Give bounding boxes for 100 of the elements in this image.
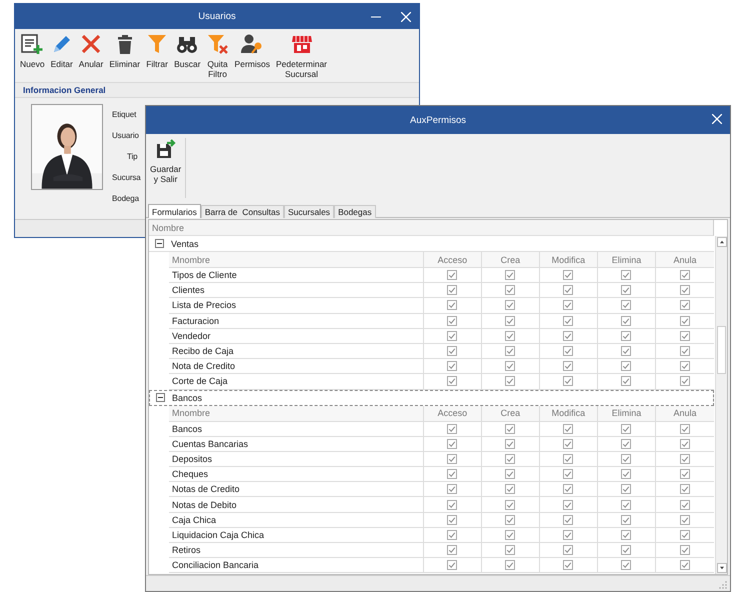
- checkbox[interactable]: [447, 545, 458, 556]
- toolbar-button[interactable]: Quita Filtro: [204, 33, 231, 79]
- checkbox[interactable]: [680, 484, 690, 494]
- checkbox[interactable]: [621, 361, 632, 372]
- checkbox[interactable]: [447, 438, 458, 449]
- checkbox[interactable]: [447, 469, 458, 480]
- checkbox[interactable]: [447, 300, 458, 310]
- checkbox[interactable]: [621, 346, 632, 356]
- checkbox[interactable]: [447, 500, 458, 510]
- checkbox[interactable]: [505, 514, 516, 525]
- tab[interactable]: Barra de Consultas: [200, 205, 284, 218]
- checkbox[interactable]: [563, 484, 574, 494]
- checkbox[interactable]: [505, 285, 516, 296]
- collapse-icon[interactable]: [155, 239, 164, 248]
- checkbox[interactable]: [680, 454, 690, 464]
- toolbar-button[interactable]: Filtrar: [144, 33, 170, 69]
- checkbox[interactable]: [505, 316, 516, 326]
- checkbox[interactable]: [680, 346, 690, 356]
- checkbox[interactable]: [680, 361, 690, 372]
- toolbar-button[interactable]: Pedeterminar Sucursal: [274, 33, 330, 79]
- toolbar-button[interactable]: Permisos: [232, 33, 272, 69]
- checkbox[interactable]: [447, 270, 458, 280]
- save-and-exit-button[interactable]: Guardar y Salir: [148, 138, 186, 198]
- checkbox[interactable]: [621, 285, 632, 296]
- checkbox[interactable]: [563, 361, 574, 372]
- checkbox[interactable]: [447, 346, 458, 356]
- toolbar-button[interactable]: Anular: [76, 33, 106, 69]
- checkbox[interactable]: [563, 469, 574, 480]
- checkbox[interactable]: [563, 560, 574, 570]
- checkbox[interactable]: [563, 346, 574, 356]
- checkbox[interactable]: [563, 270, 574, 280]
- tab[interactable]: Formularios: [148, 204, 201, 218]
- checkbox[interactable]: [563, 376, 574, 386]
- checkbox[interactable]: [447, 454, 458, 464]
- scrollbar[interactable]: [715, 236, 727, 574]
- checkbox[interactable]: [621, 530, 632, 540]
- checkbox[interactable]: [680, 424, 690, 434]
- scroll-up-icon[interactable]: [717, 237, 727, 247]
- checkbox[interactable]: [563, 330, 574, 341]
- checkbox[interactable]: [447, 285, 458, 296]
- checkbox[interactable]: [447, 316, 458, 326]
- checkbox[interactable]: [563, 424, 574, 434]
- checkbox[interactable]: [621, 560, 632, 570]
- checkbox[interactable]: [621, 484, 632, 494]
- toolbar-button[interactable]: Nuevo: [18, 33, 47, 69]
- checkbox[interactable]: [563, 500, 574, 510]
- checkbox[interactable]: [505, 454, 516, 464]
- checkbox[interactable]: [621, 438, 632, 449]
- checkbox[interactable]: [621, 514, 632, 525]
- checkbox[interactable]: [447, 330, 458, 341]
- checkbox[interactable]: [563, 545, 574, 556]
- checkbox[interactable]: [680, 316, 690, 326]
- checkbox[interactable]: [680, 330, 690, 341]
- checkbox[interactable]: [563, 530, 574, 540]
- checkbox[interactable]: [680, 500, 690, 510]
- checkbox[interactable]: [563, 285, 574, 296]
- scroll-thumb[interactable]: [717, 326, 726, 374]
- tab[interactable]: Bodegas: [334, 205, 376, 218]
- checkbox[interactable]: [621, 469, 632, 480]
- checkbox[interactable]: [680, 438, 690, 449]
- checkbox[interactable]: [447, 361, 458, 372]
- checkbox[interactable]: [680, 376, 690, 386]
- toolbar-button[interactable]: Buscar: [172, 33, 203, 69]
- checkbox[interactable]: [505, 376, 516, 386]
- checkbox[interactable]: [505, 346, 516, 356]
- checkbox[interactable]: [563, 316, 574, 326]
- checkbox[interactable]: [563, 300, 574, 310]
- checkbox[interactable]: [621, 270, 632, 280]
- checkbox[interactable]: [505, 545, 516, 556]
- checkbox[interactable]: [680, 469, 690, 480]
- checkbox[interactable]: [680, 514, 690, 525]
- scroll-down-icon[interactable]: [717, 563, 727, 573]
- checkbox[interactable]: [505, 424, 516, 434]
- checkbox[interactable]: [505, 300, 516, 310]
- checkbox[interactable]: [447, 424, 458, 434]
- checkbox[interactable]: [680, 530, 690, 540]
- checkbox[interactable]: [680, 560, 690, 570]
- checkbox[interactable]: [621, 545, 632, 556]
- checkbox[interactable]: [621, 316, 632, 326]
- checkbox[interactable]: [505, 438, 516, 449]
- checkbox[interactable]: [447, 530, 458, 540]
- checkbox[interactable]: [563, 514, 574, 525]
- close-icon[interactable]: [401, 12, 411, 22]
- checkbox[interactable]: [621, 330, 632, 341]
- checkbox[interactable]: [447, 560, 458, 570]
- checkbox[interactable]: [505, 484, 516, 494]
- checkbox[interactable]: [447, 514, 458, 525]
- checkbox[interactable]: [621, 300, 632, 310]
- checkbox[interactable]: [505, 270, 516, 280]
- tab[interactable]: Sucursales: [284, 205, 334, 218]
- checkbox[interactable]: [680, 300, 690, 310]
- checkbox[interactable]: [505, 530, 516, 540]
- close-icon[interactable]: [712, 114, 722, 124]
- checkbox[interactable]: [505, 500, 516, 510]
- checkbox[interactable]: [447, 484, 458, 494]
- checkbox[interactable]: [621, 454, 632, 464]
- toolbar-button[interactable]: Eliminar: [107, 33, 142, 69]
- checkbox[interactable]: [563, 438, 574, 449]
- checkbox[interactable]: [680, 285, 690, 296]
- checkbox[interactable]: [680, 270, 690, 280]
